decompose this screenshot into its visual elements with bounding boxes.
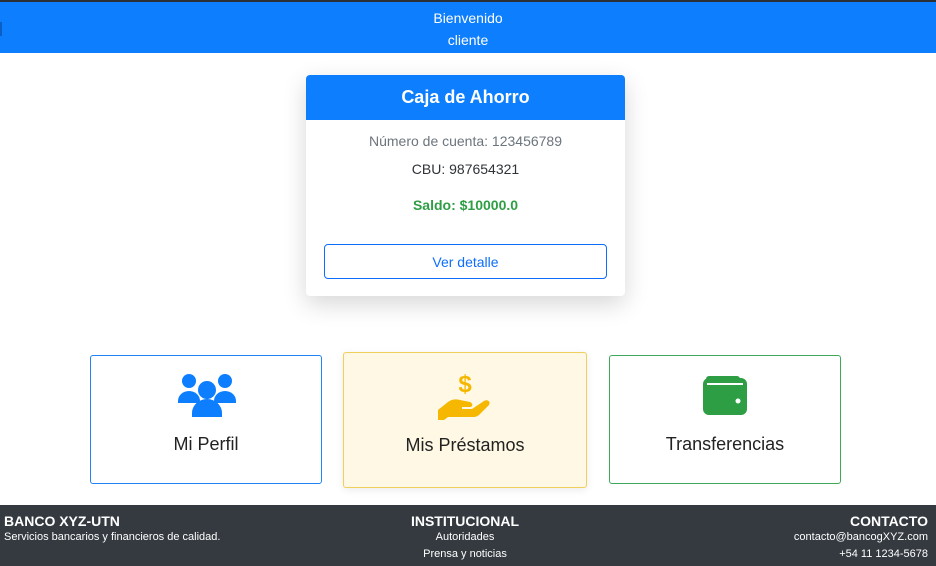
footer-tagline: Servicios bancarios y financieros de cal…: [4, 531, 221, 543]
loans-tile-label: Mis Préstamos: [405, 435, 525, 455]
profile-tile[interactable]: Mi Perfil: [90, 355, 322, 484]
transfers-tile-label: Transferencias: [665, 434, 785, 454]
users-icon: [178, 374, 236, 417]
account-card-title: Caja de Ahorro: [306, 75, 625, 120]
account-cbu: CBU: 987654321: [411, 161, 520, 177]
footer-brand: BANCO XYZ-UTN: [4, 513, 120, 529]
welcome-text: Bienvenido: [433, 10, 503, 26]
user-name: cliente: [447, 32, 489, 48]
footer: BANCO XYZ-UTN Servicios bancarios y fina…: [0, 505, 936, 566]
footer-institutional-title: INSTITUCIONAL: [410, 513, 520, 529]
profile-tile-label: Mi Perfil: [173, 434, 239, 454]
footer-contact-section: CONTACTO contacto@bancogXYZ.com +54 11 1…: [794, 513, 928, 563]
footer-link-authorities[interactable]: Autoridades: [365, 529, 565, 546]
view-detail-button[interactable]: Ver detalle: [324, 244, 607, 279]
header-edge-marker: [0, 22, 2, 36]
footer-link-news[interactable]: Prensa y noticias: [365, 546, 565, 563]
footer-phone: +54 11 1234-5678: [839, 548, 928, 560]
svg-text:$: $: [458, 371, 472, 398]
top-header-bar: Bienvenido cliente: [0, 0, 936, 53]
account-balance: Saldo: $10000.0: [412, 197, 519, 213]
footer-brand-section: BANCO XYZ-UTN Servicios bancarios y fina…: [4, 513, 220, 546]
account-card: Caja de Ahorro Número de cuenta: 1234567…: [306, 75, 625, 296]
hand-dollar-icon: $: [438, 371, 490, 420]
loans-tile[interactable]: $ Mis Préstamos: [343, 352, 587, 488]
footer-contact-title: CONTACTO: [849, 513, 928, 529]
transfers-tile[interactable]: Transferencias: [609, 355, 841, 484]
wallet-icon: [703, 376, 747, 415]
account-number: Número de cuenta: 123456789: [368, 133, 563, 149]
footer-institutional-section: INSTITUCIONAL Autoridades Prensa y notic…: [365, 513, 565, 563]
footer-email[interactable]: contacto@bancogXYZ.com: [794, 529, 928, 546]
